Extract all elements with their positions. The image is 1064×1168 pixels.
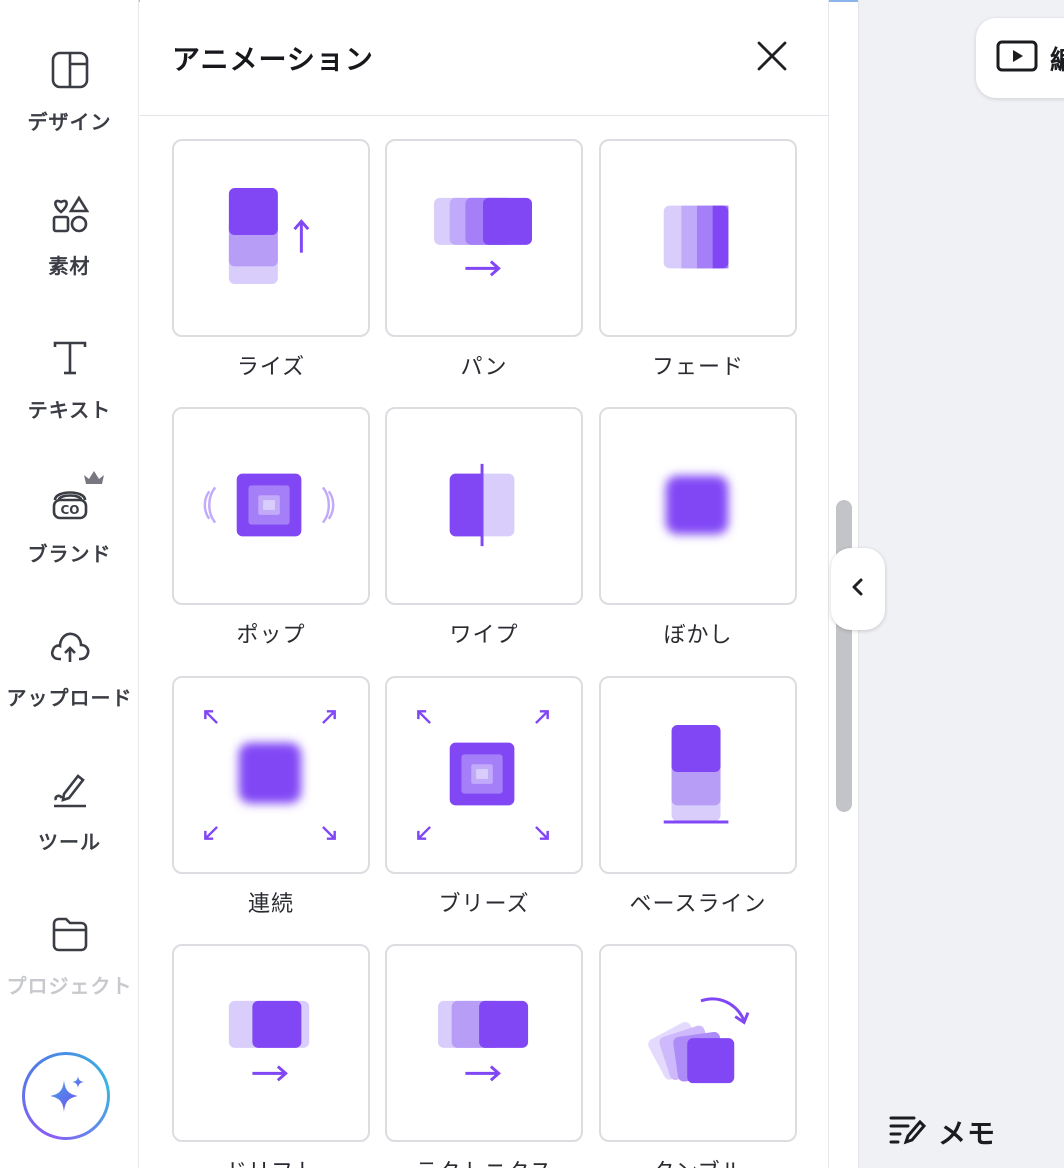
- elements-icon: [48, 192, 92, 236]
- animation-label: ポップ: [236, 623, 306, 648]
- pop-preview-icon: [172, 407, 370, 605]
- animation-panel: アニメーション ライズ パン フェード ポップ ワイプ ぼかし 連続 ブリーズ …: [140, 0, 829, 1168]
- animation-tile-rise[interactable]: ライズ: [172, 139, 370, 381]
- animation-label: ライズ: [236, 355, 306, 380]
- animation-label: 連続: [247, 892, 294, 917]
- animation-label: パン: [460, 355, 508, 380]
- svg-text:CO: CO: [60, 503, 79, 517]
- rail-item-label: ブランド: [27, 542, 112, 566]
- pan-preview-icon: [385, 139, 583, 337]
- animation-label: ドリフト: [172, 1154, 370, 1168]
- animation-label: ベースライン: [629, 892, 767, 917]
- rail-item-projects[interactable]: プロジェクト: [0, 912, 139, 1032]
- animation-label: ワイプ: [449, 623, 519, 648]
- pen-tool-icon: [48, 768, 92, 812]
- rail-item-label: アップロード: [6, 686, 133, 710]
- animation-label: タンブル: [599, 1154, 797, 1168]
- rail-item-upload[interactable]: アップロード: [0, 624, 139, 744]
- animation-tile-breathe[interactable]: ブリーズ: [385, 676, 583, 918]
- notes-pencil-icon: [888, 1112, 928, 1152]
- magic-ai-button[interactable]: [22, 1052, 110, 1140]
- layout-icon: [48, 48, 92, 92]
- rail-item-text[interactable]: テキスト: [0, 336, 139, 456]
- notes-label: メモ: [938, 1117, 997, 1150]
- close-icon: [756, 40, 788, 76]
- tectonic-preview-icon: [385, 944, 583, 1142]
- animation-tile-wipe[interactable]: ワイプ: [385, 407, 583, 649]
- animation-tile-fade[interactable]: フェード: [599, 139, 797, 381]
- rail-item-label: ツール: [38, 830, 101, 854]
- crown-icon: [82, 468, 106, 492]
- rail-item-tools[interactable]: ツール: [0, 768, 139, 888]
- animation-tile-tumble[interactable]: タンブル: [599, 944, 797, 1168]
- animation-tile-pan[interactable]: パン: [385, 139, 583, 381]
- folder-icon: [48, 912, 92, 956]
- rail-item-label: プロジェクト: [6, 974, 133, 998]
- animation-tile-continuous[interactable]: 連続: [172, 676, 370, 918]
- panel-title: アニメーション: [172, 43, 374, 76]
- rail-item-design[interactable]: デザイン: [0, 48, 139, 168]
- rail-item-brand[interactable]: CO ブランド: [0, 480, 139, 600]
- rail-item-label: デザイン: [27, 110, 112, 134]
- play-screen-icon: [996, 40, 1038, 76]
- side-navigation: デザイン 素材 テキスト CO ブランド アップロード ツール プロジェクト: [0, 0, 139, 1168]
- text-icon: [48, 336, 92, 380]
- present-button[interactable]: 編: [976, 18, 1064, 98]
- rise-preview-icon: [172, 139, 370, 337]
- animation-tile-pop[interactable]: ポップ: [172, 407, 370, 649]
- panel-scrollbar[interactable]: [836, 500, 852, 812]
- sparkles-icon: [44, 1072, 88, 1120]
- animation-tile-baseline[interactable]: ベースライン: [599, 676, 797, 918]
- breathe-preview-icon: [385, 676, 583, 874]
- rail-item-label: テキスト: [27, 398, 112, 422]
- animation-label: フェード: [651, 355, 744, 380]
- animation-tile-blur[interactable]: ぼかし: [599, 407, 797, 649]
- notes-button[interactable]: メモ: [888, 1112, 996, 1152]
- chevron-left-icon: [850, 576, 866, 602]
- fade-preview-icon: [599, 139, 797, 337]
- present-label: 編: [1050, 45, 1064, 76]
- animation-tile-drift[interactable]: ドリフト: [172, 944, 370, 1168]
- panel-header: アニメーション: [140, 0, 829, 116]
- wipe-preview-icon: [385, 407, 583, 605]
- rail-item-elements[interactable]: 素材: [0, 192, 139, 312]
- close-button[interactable]: [750, 36, 794, 80]
- drift-preview-icon: [172, 944, 370, 1142]
- blur-preview-icon: [599, 407, 797, 605]
- tumble-preview-icon: [599, 944, 797, 1142]
- animation-label: ブリーズ: [438, 892, 530, 917]
- animation-label: テクトニクス: [385, 1154, 583, 1168]
- continuous-preview-icon: [172, 676, 370, 874]
- collapse-panel-button[interactable]: [831, 548, 885, 630]
- upload-cloud-icon: [48, 624, 92, 668]
- rail-item-label: 素材: [48, 254, 91, 278]
- animation-label: ぼかし: [663, 623, 733, 648]
- canvas-area: [858, 0, 1064, 1168]
- animation-tile-tectonic[interactable]: テクトニクス: [385, 944, 583, 1168]
- baseline-preview-icon: [599, 676, 797, 874]
